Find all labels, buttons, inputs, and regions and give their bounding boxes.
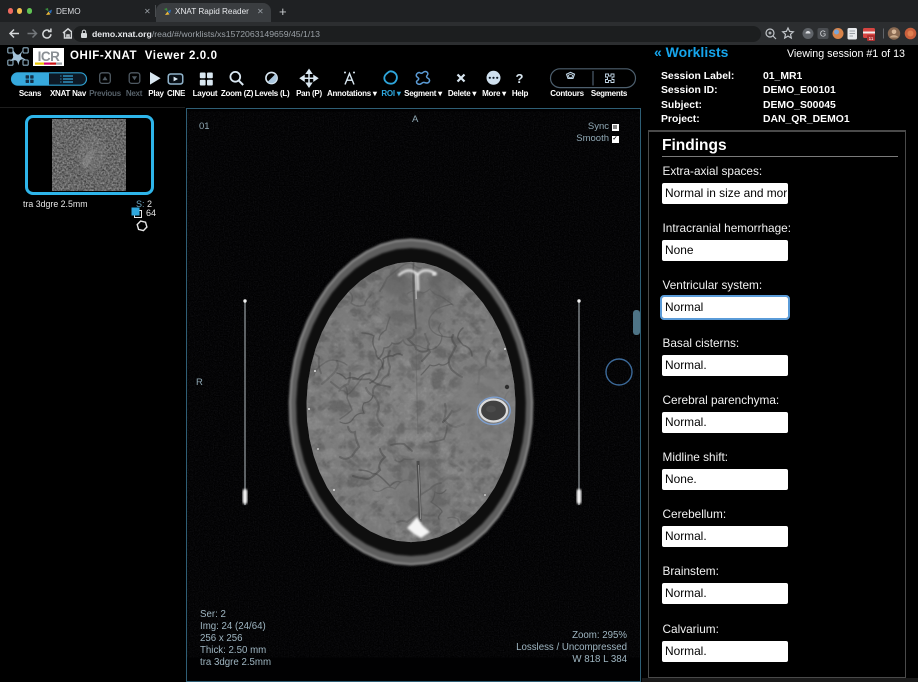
svg-text:?: ? xyxy=(516,71,524,86)
svg-text:ICR: ICR xyxy=(38,49,61,64)
svg-text:11: 11 xyxy=(869,36,874,41)
svg-text:G: G xyxy=(820,30,826,39)
